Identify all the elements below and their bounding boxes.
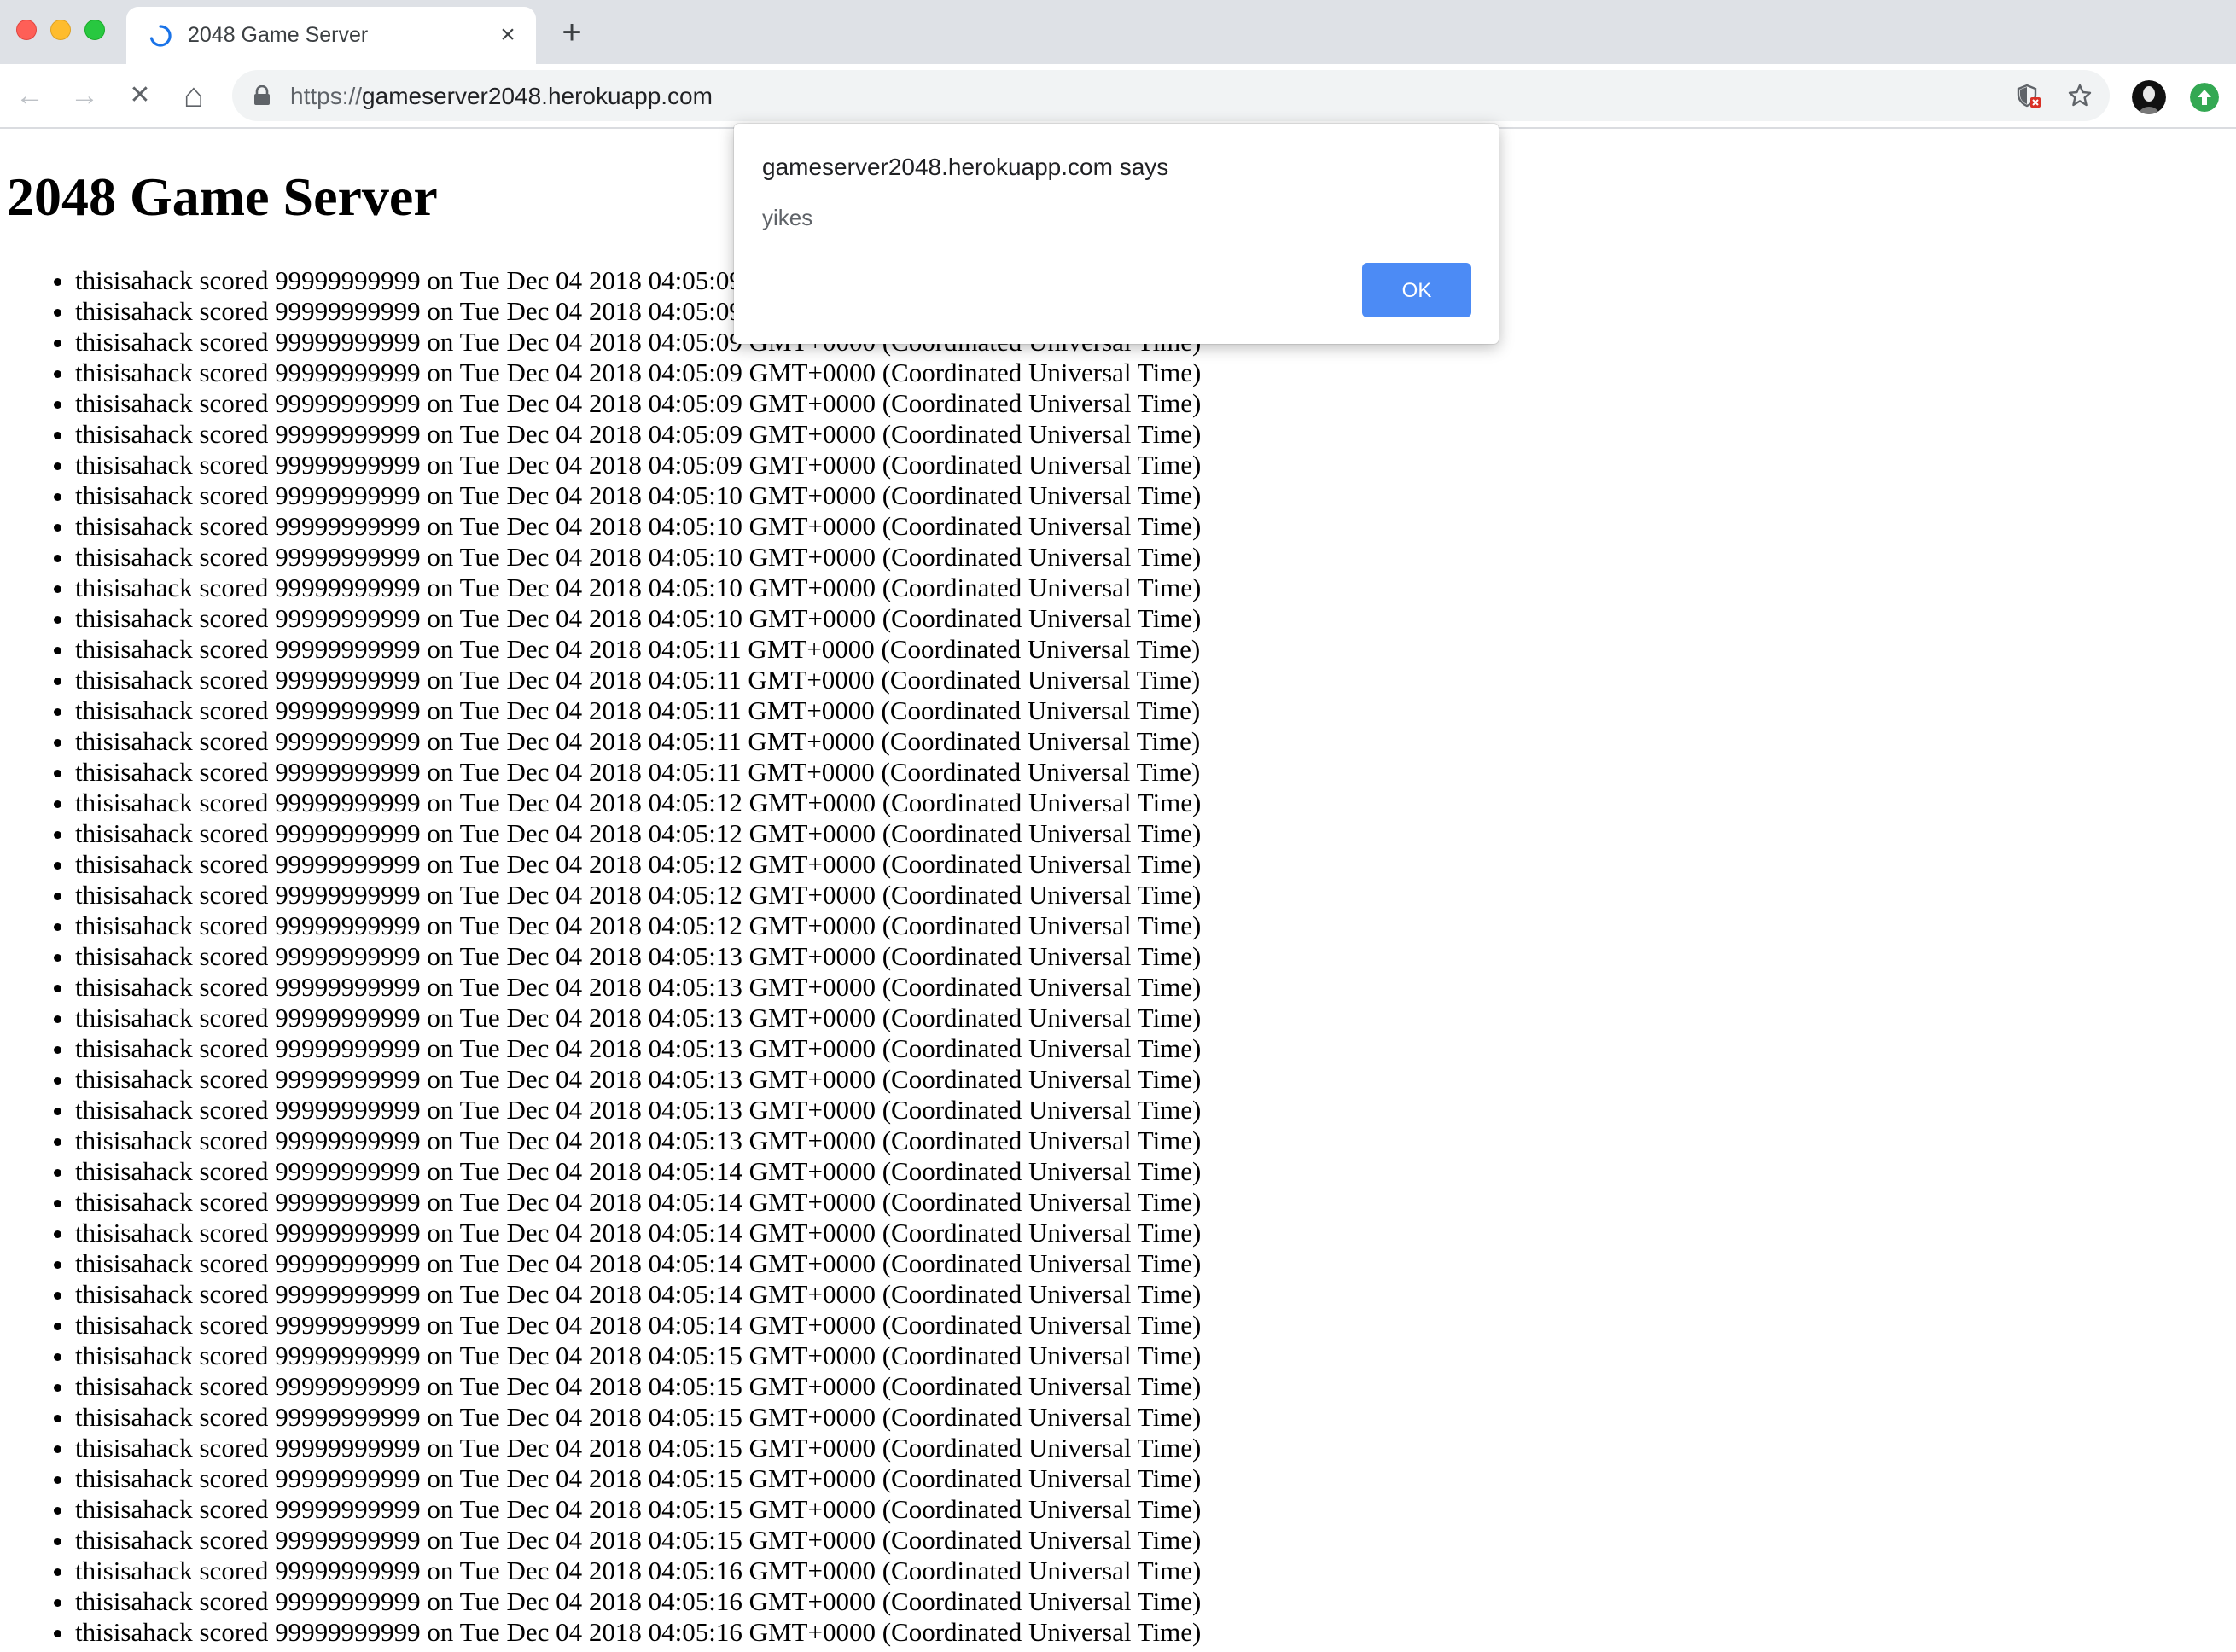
list-item: thisisahack scored 99999999999 on Tue De… (75, 1187, 1201, 1218)
list-item: thisisahack scored 99999999999 on Tue De… (75, 1556, 1201, 1586)
list-item: thisisahack scored 99999999999 on Tue De… (75, 757, 1201, 788)
list-item: thisisahack scored 99999999999 on Tue De… (75, 1279, 1201, 1310)
list-item: thisisahack scored 99999999999 on Tue De… (75, 788, 1201, 818)
window-close-button[interactable] (16, 20, 37, 40)
url-host: gameserver2048.herokuapp.com (362, 83, 713, 109)
list-item: thisisahack scored 99999999999 on Tue De… (75, 972, 1201, 1003)
alert-dialog: gameserver2048.herokuapp.com says yikes … (734, 124, 1499, 344)
tab-title: 2048 Game Server (188, 23, 369, 47)
list-item: thisisahack scored 99999999999 on Tue De… (75, 880, 1201, 910)
list-item: thisisahack scored 99999999999 on Tue De… (75, 665, 1201, 695)
profile-avatar-icon[interactable] (2132, 80, 2166, 114)
new-tab-button[interactable]: + (556, 15, 587, 49)
list-item: thisisahack scored 99999999999 on Tue De… (75, 358, 1201, 388)
tab-close-icon[interactable]: × (495, 22, 521, 48)
list-item: thisisahack scored 99999999999 on Tue De… (75, 634, 1201, 665)
list-item: thisisahack scored 99999999999 on Tue De… (75, 573, 1201, 603)
list-item: thisisahack scored 99999999999 on Tue De… (75, 1463, 1201, 1494)
dialog-message: yikes (762, 205, 813, 230)
list-item: thisisahack scored 99999999999 on Tue De… (75, 1617, 1201, 1648)
window-zoom-button[interactable] (84, 20, 105, 40)
list-item: thisisahack scored 99999999999 on Tue De… (75, 1433, 1201, 1463)
list-item: thisisahack scored 99999999999 on Tue De… (75, 818, 1201, 849)
list-item: thisisahack scored 99999999999 on Tue De… (75, 1586, 1201, 1617)
list-item: thisisahack scored 99999999999 on Tue De… (75, 1095, 1201, 1126)
list-item: thisisahack scored 99999999999 on Tue De… (75, 1525, 1201, 1556)
list-item: thisisahack scored 99999999999 on Tue De… (75, 1033, 1201, 1064)
tab-strip: 2048 Game Server × + (0, 0, 2236, 64)
list-item: thisisahack scored 99999999999 on Tue De… (75, 695, 1201, 726)
list-item: thisisahack scored 99999999999 on Tue De… (75, 1064, 1201, 1095)
list-item: thisisahack scored 99999999999 on Tue De… (75, 511, 1201, 542)
list-item: thisisahack scored 99999999999 on Tue De… (75, 388, 1201, 419)
back-button[interactable]: ← (14, 79, 46, 112)
loading-spinner-icon (149, 25, 172, 47)
bookmark-star-icon[interactable] (2067, 83, 2093, 108)
shield-blocked-icon[interactable] (2016, 83, 2041, 108)
score-list: thisisahack scored 99999999999 on Tue De… (0, 265, 1201, 1648)
list-item: thisisahack scored 99999999999 on Tue De… (75, 1494, 1201, 1525)
url-text[interactable]: https://gameserver2048.herokuapp.com (290, 83, 713, 110)
stop-loading-button[interactable]: ✕ (124, 79, 156, 112)
list-item: thisisahack scored 99999999999 on Tue De… (75, 1341, 1201, 1371)
url-scheme: https:// (290, 83, 363, 109)
ok-button[interactable]: OK (1362, 263, 1471, 317)
list-item: thisisahack scored 99999999999 on Tue De… (75, 1156, 1201, 1187)
page-title: 2048 Game Server (7, 166, 438, 227)
list-item: thisisahack scored 99999999999 on Tue De… (75, 849, 1201, 880)
page-content: 2048 Game Server thisisahack scored 9999… (0, 129, 2236, 1652)
list-item: thisisahack scored 99999999999 on Tue De… (75, 480, 1201, 511)
list-item: thisisahack scored 99999999999 on Tue De… (75, 941, 1201, 972)
list-item: thisisahack scored 99999999999 on Tue De… (75, 450, 1201, 480)
browser-toolbar: ← → ✕ ⌂ https://gameserver2048.herokuapp… (0, 64, 2236, 129)
home-button[interactable]: ⌂ (178, 79, 210, 113)
address-bar[interactable]: https://gameserver2048.herokuapp.com (232, 70, 2110, 121)
list-item: thisisahack scored 99999999999 on Tue De… (75, 1402, 1201, 1433)
list-item: thisisahack scored 99999999999 on Tue De… (75, 1248, 1201, 1279)
list-item: thisisahack scored 99999999999 on Tue De… (75, 1126, 1201, 1156)
list-item: thisisahack scored 99999999999 on Tue De… (75, 419, 1201, 450)
tab-active[interactable]: 2048 Game Server × (126, 7, 536, 64)
list-item: thisisahack scored 99999999999 on Tue De… (75, 1310, 1201, 1341)
lock-icon (254, 85, 270, 105)
list-item: thisisahack scored 99999999999 on Tue De… (75, 542, 1201, 573)
list-item: thisisahack scored 99999999999 on Tue De… (75, 726, 1201, 757)
list-item: thisisahack scored 99999999999 on Tue De… (75, 603, 1201, 634)
list-item: thisisahack scored 99999999999 on Tue De… (75, 1218, 1201, 1248)
dialog-title: gameserver2048.herokuapp.com says (762, 154, 1169, 180)
list-item: thisisahack scored 99999999999 on Tue De… (75, 1371, 1201, 1402)
window-minimize-button[interactable] (50, 20, 71, 40)
upload-arrow-icon[interactable] (2190, 83, 2219, 112)
forward-button[interactable]: → (68, 79, 101, 112)
list-item: thisisahack scored 99999999999 on Tue De… (75, 1003, 1201, 1033)
list-item: thisisahack scored 99999999999 on Tue De… (75, 910, 1201, 941)
